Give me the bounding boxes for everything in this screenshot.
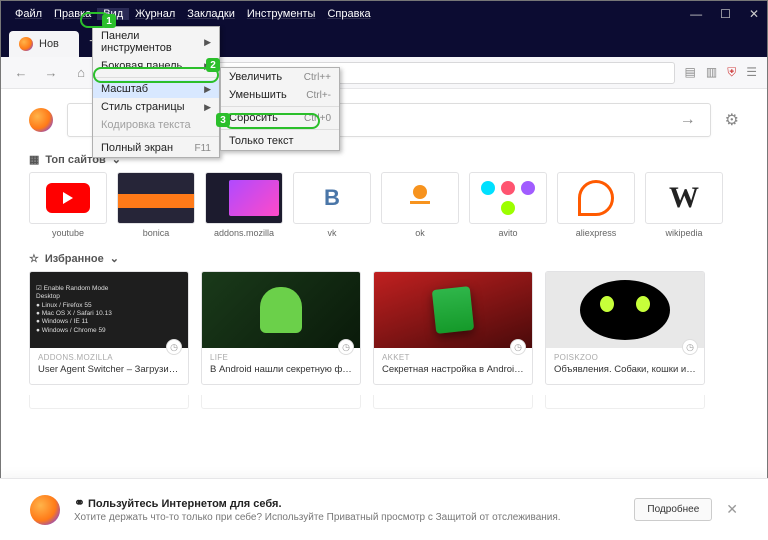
menu-encoding: Кодировка текста	[93, 116, 219, 134]
highlight-card[interactable]: ◷LIFEВ Android нашли секретную фун…	[201, 271, 361, 385]
tab-title: Нов	[39, 38, 59, 50]
arrow-right-icon: →	[680, 111, 696, 129]
section-highlights: ☆ Избранное ⌄	[29, 252, 739, 265]
chevron-down-icon[interactable]: ⌄	[110, 252, 119, 265]
back-button[interactable]: ←	[11, 65, 31, 80]
clock-icon: ◷	[682, 339, 698, 355]
android-icon	[260, 287, 302, 333]
browser-tab[interactable]: Нов	[9, 31, 79, 57]
shield-icon[interactable]: ⛨	[727, 65, 736, 80]
menu-page-style[interactable]: Стиль страницы▶	[93, 98, 219, 116]
menu-file[interactable]: Файл	[9, 8, 48, 20]
highlights-grid: ☑ Enable Random Mode Desktop ● Linux / F…	[29, 271, 739, 385]
star-icon: ☆	[29, 252, 39, 265]
tile-ok[interactable]: ok	[381, 172, 459, 238]
top-sites-grid: youtube bonica addons.mozilla Bvk ok avi…	[29, 172, 739, 238]
window-close-button[interactable]: ✕	[749, 7, 759, 21]
annotation-num-3: 3	[216, 113, 230, 127]
window-maximize-button[interactable]: ☐	[720, 7, 731, 21]
home-button[interactable]: ⌂	[71, 65, 91, 80]
clock-icon: ◷	[338, 339, 354, 355]
menu-zoom[interactable]: Масштаб▶	[93, 80, 219, 98]
firefox-logo-icon	[30, 495, 60, 525]
mask-icon: ⚭	[74, 495, 85, 510]
zoom-out[interactable]: УменьшитьCtrl+-	[221, 86, 339, 104]
menu-help[interactable]: Справка	[321, 8, 376, 20]
menu-toolbars[interactable]: Панели инструментов▶	[93, 27, 219, 57]
window-minimize-button[interactable]: —	[690, 7, 702, 21]
section-label: Избранное	[45, 253, 104, 265]
settings-gear-icon[interactable]: ⚙	[725, 110, 739, 130]
tile-addons[interactable]: addons.mozilla	[205, 172, 283, 238]
tile-avito[interactable]: avito	[469, 172, 547, 238]
zoom-text-only[interactable]: Только текст	[221, 132, 339, 150]
highlight-card[interactable]: ◷POISKZOOОбъявления. Собаки, кошки и д…	[545, 271, 705, 385]
learn-more-button[interactable]: Подробнее	[634, 498, 712, 521]
hamburger-menu-button[interactable]: ☰	[746, 65, 757, 80]
android-icon	[432, 286, 474, 334]
tile-vk[interactable]: Bvk	[293, 172, 371, 238]
tile-aliexpress[interactable]: aliexpress	[557, 172, 635, 238]
grid-icon: ▦	[29, 153, 39, 166]
promo-title: Пользуйтесь Интернетом для себя.	[88, 498, 282, 510]
close-promo-button[interactable]: ✕	[726, 501, 738, 518]
screenshot-text: ☑ Enable Random Mode Desktop ● Linux / F…	[30, 279, 188, 342]
menu-edit[interactable]: Правка	[48, 8, 97, 20]
library-icon[interactable]: ▤	[685, 65, 696, 80]
menu-sidebar[interactable]: Боковая панель▶	[93, 57, 219, 75]
tile-youtube[interactable]: youtube	[29, 172, 107, 238]
firefox-logo-icon	[29, 108, 53, 132]
menu-fullscreen[interactable]: Полный экранF11	[93, 139, 219, 157]
firefox-icon	[19, 37, 33, 51]
sidebar-icon[interactable]: ▥	[706, 65, 717, 80]
annotation-num-2: 2	[206, 58, 220, 72]
clock-icon: ◷	[510, 339, 526, 355]
zoom-submenu: УвеличитьCtrl++ УменьшитьCtrl+- Сбросить…	[220, 67, 340, 151]
tile-wikipedia[interactable]: Wwikipedia	[645, 172, 723, 238]
tile-bonica[interactable]: bonica	[117, 172, 195, 238]
zoom-reset[interactable]: СброситьCtrl+0	[221, 109, 339, 127]
cat-icon	[580, 280, 670, 340]
promo-bar: ⚭ Пользуйтесь Интернетом для себя. Хотит…	[0, 478, 768, 540]
view-menu-dropdown: Панели инструментов▶ Боковая панель▶ Мас…	[92, 26, 220, 158]
highlight-card[interactable]: ◷AKKETСекретная настройка в Android з…	[373, 271, 533, 385]
menu-history[interactable]: Журнал	[129, 8, 181, 20]
highlight-card[interactable]: ☑ Enable Random Mode Desktop ● Linux / F…	[29, 271, 189, 385]
zoom-in[interactable]: УвеличитьCtrl++	[221, 68, 339, 86]
menu-bookmarks[interactable]: Закладки	[181, 8, 241, 20]
forward-button[interactable]: →	[41, 65, 61, 80]
menu-tools[interactable]: Инструменты	[241, 8, 322, 20]
annotation-num-1: 1	[102, 14, 116, 28]
promo-subtitle: Хотите держать что-то только при себе? И…	[74, 511, 620, 524]
clock-icon: ◷	[166, 339, 182, 355]
